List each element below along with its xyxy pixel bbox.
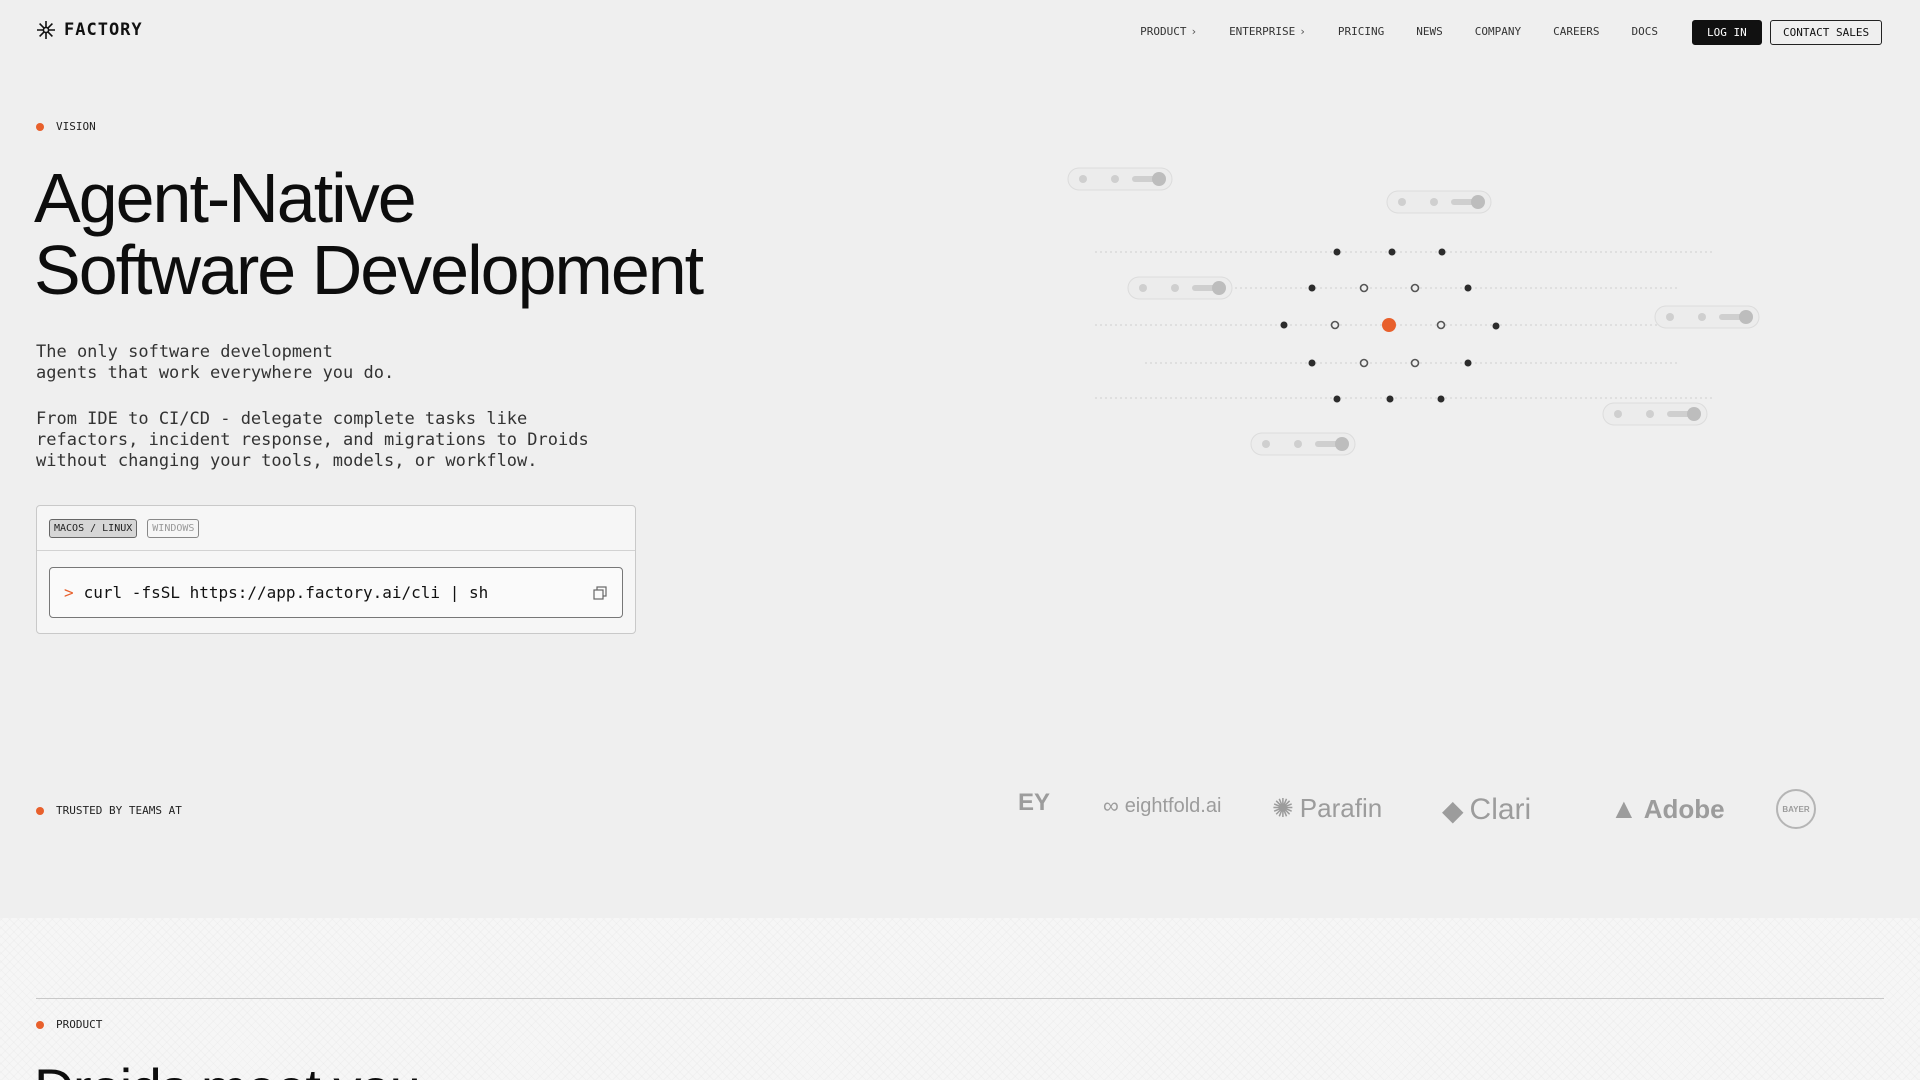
nav-pricing[interactable]: PRICING [1338,25,1384,38]
logo-ey-text: EY [1018,789,1051,816]
clari-mark-icon: ◆ [1442,794,1464,826]
install-command-text: curl -fsSL https://app.factory.ai/cli | … [83,583,489,602]
logo-ey: EY [1018,789,1050,817]
hero-title-line-1: Agent-Native [34,159,417,237]
accent-dot-icon [36,1020,44,1029]
tab-macos-linux[interactable]: MACOS / LINUX [49,518,138,538]
logo-clari: ◆ Clari [1442,793,1531,827]
tab-windows[interactable]: WINDOWS [147,518,200,538]
os-tabs: MACOS / LINUX WINDOWS [37,506,635,551]
chevron-right-icon: › [1190,25,1198,38]
vision-label-text: VISION [56,120,96,133]
prompt-symbol: > [64,583,74,602]
nav-docs-label: DOCS [1631,25,1659,38]
logo-eightfold: ∞ eightfold.ai [1103,793,1221,819]
nav-enterprise-label: ENTERPRISE [1229,25,1296,38]
parafin-sunburst-icon: ✺ [1272,793,1294,823]
toggle-pills [1067,167,1760,456]
nav-docs[interactable]: DOCS [1632,25,1659,38]
network-lines [1095,251,1715,399]
product-label-text: PRODUCT [56,1018,103,1031]
desc1-line-2: agents that work everywhere you do. [36,363,395,383]
hero-description-1: The only software development agents tha… [36,342,656,384]
nav-product-label: PRODUCT [1140,25,1187,38]
eightfold-mark-icon: ∞ [1103,793,1119,818]
customer-logos: EY ∞ eightfold.ai ✺ Parafin ◆ Clari ▲ Ad… [1010,785,1910,835]
desc2-line-2: refactors, incident response, and migrat… [36,430,589,450]
logo-bayer: BAYER [1776,789,1816,829]
install-command-box: MACOS / LINUX WINDOWS > curl -fsSL https… [36,505,636,634]
logo-adobe: ▲ Adobe [1610,793,1725,825]
center-node [1382,318,1396,332]
logo-adobe-text: Adobe [1643,793,1725,824]
nav-pricing-label: PRICING [1337,25,1385,38]
adobe-mark-icon: ▲ [1610,793,1638,824]
trusted-label-text: TRUSTED BY TEAMS AT [56,804,182,817]
product-section: PRODUCT Droids meet you [0,918,1920,1080]
chevron-right-icon: › [1299,25,1306,38]
desc1-line-1: The only software development [36,342,333,362]
section-divider [36,998,1884,999]
nav-company-label: COMPANY [1474,25,1522,38]
nav-product[interactable]: PRODUCT › [1140,25,1197,38]
factory-logo-icon [37,21,55,39]
logo-clari-text: Clari [1469,793,1532,826]
hero-title-line-2: Software Development [34,231,704,309]
top-nav: FACTORY PRODUCT › ENTERPRISE › PRICING N… [0,0,1920,64]
vision-section-label: VISION [36,120,96,133]
accent-dot-icon [36,806,44,815]
contact-sales-button[interactable]: CONTACT SALES [1770,20,1883,45]
product-title: Droids meet you [34,1056,421,1080]
droid-network-graphic [1067,167,1760,456]
logo-parafin: ✺ Parafin [1272,793,1382,824]
product-section-label: PRODUCT [36,1018,102,1031]
desc2-line-1: From IDE to CI/CD - delegate complete ta… [36,409,528,429]
desc2-line-3: without changing your tools, models, or … [36,451,538,471]
logo-eightfold-text: eightfold.ai [1124,794,1222,817]
nav-news[interactable]: NEWS [1416,25,1443,38]
brand-logo[interactable]: FACTORY [36,20,143,40]
nav-links: PRODUCT › ENTERPRISE › PRICING NEWS COMP… [1140,25,1658,38]
install-command[interactable]: > curl -fsSL https://app.factory.ai/cli … [49,567,623,618]
nav-careers[interactable]: CAREERS [1553,25,1599,38]
hero-title: Agent-Native Software Development [34,162,834,306]
logo-parafin-text: Parafin [1299,793,1383,823]
nav-news-label: NEWS [1416,25,1443,38]
login-button[interactable]: LOG IN [1692,20,1762,45]
hero-description-2: From IDE to CI/CD - delegate complete ta… [36,409,656,472]
copy-icon[interactable] [592,585,608,601]
bayer-seal-icon: BAYER [1776,789,1816,829]
nav-company[interactable]: COMPANY [1475,25,1521,38]
nav-enterprise[interactable]: ENTERPRISE › [1229,25,1306,38]
nav-careers-label: CAREERS [1553,25,1600,38]
brand-name: FACTORY [64,20,143,40]
accent-dot-icon [36,122,44,131]
trusted-section-label: TRUSTED BY TEAMS AT [36,804,182,817]
